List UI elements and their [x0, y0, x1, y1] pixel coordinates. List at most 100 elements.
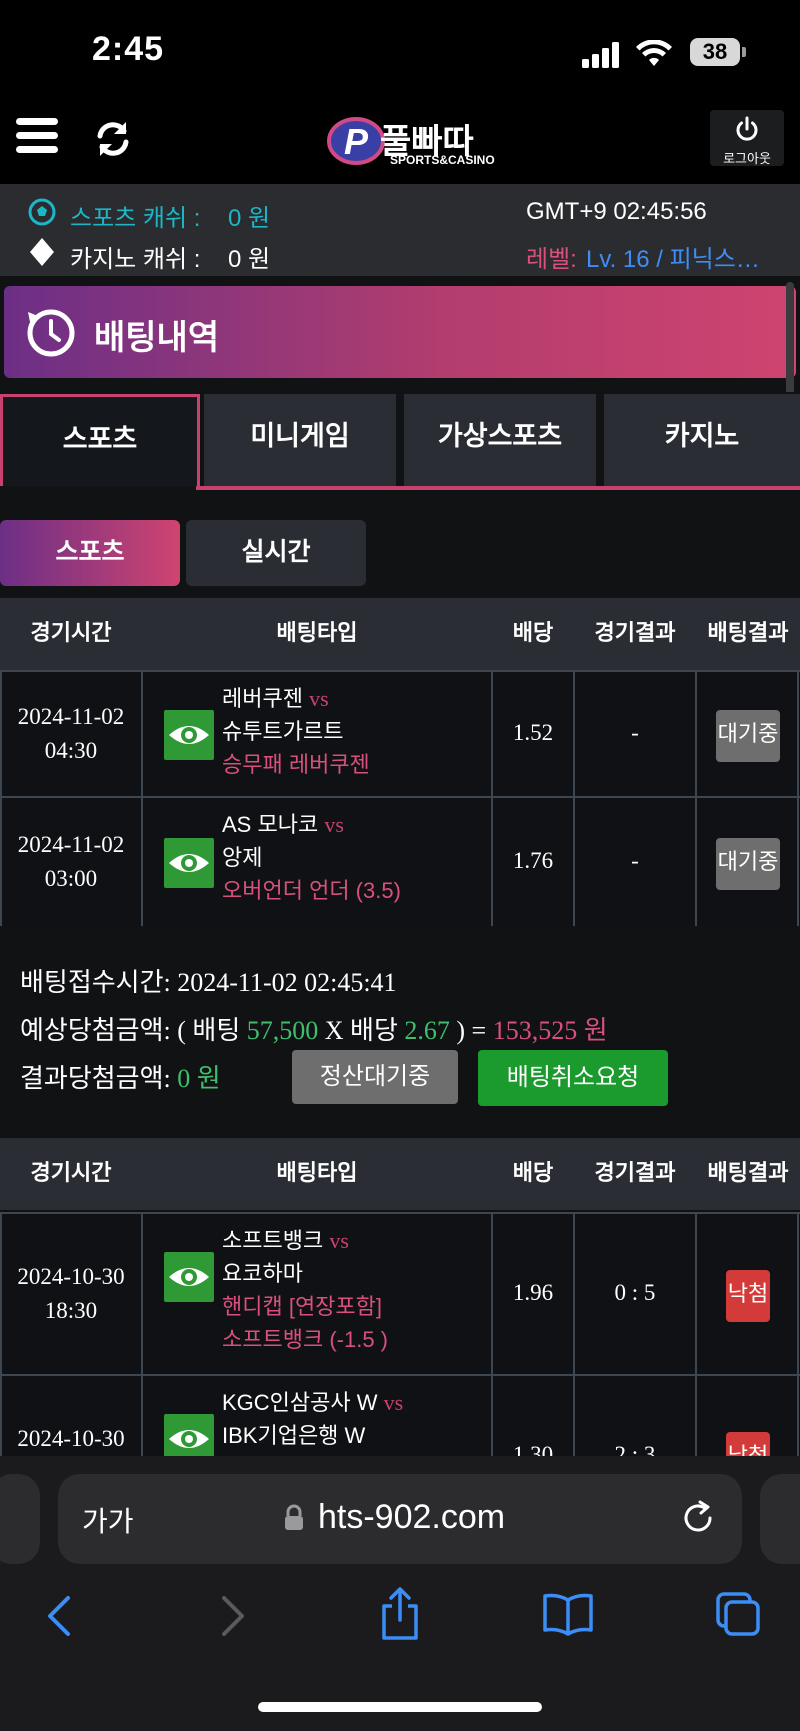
reload-icon[interactable]	[680, 1500, 716, 1536]
forward-arrow-icon[interactable]	[218, 1594, 248, 1638]
status-badge: 낙첨	[726, 1270, 770, 1322]
subtab-live[interactable]: 실시간	[186, 520, 366, 586]
match-result: -	[631, 720, 639, 745]
stake-prefix: ( 배팅	[177, 1016, 241, 1045]
tab-casino[interactable]: 카지노	[604, 394, 800, 486]
sports-cash-label: 스포츠 캐쉬 :	[70, 205, 201, 232]
status-badge: 낙첨	[726, 1432, 770, 1458]
next-tab-preview[interactable]	[760, 1474, 800, 1564]
col-bet-type: 배팅타입	[276, 1161, 358, 1186]
match-date: 2024-10-30	[17, 1264, 125, 1289]
col-odds: 배당	[512, 621, 554, 646]
subtab-sports[interactable]: 스포츠	[0, 520, 180, 586]
table-header: 경기시간 배팅타입 배당 경기결과 배팅결과	[0, 1138, 800, 1210]
match-date: 2024-11-02	[17, 704, 125, 729]
battery-tip	[742, 47, 746, 57]
odds-prefix: X 배당	[324, 1016, 398, 1045]
bet-pick-market: 핸디캡 [연장포함]	[222, 1294, 383, 1319]
casino-cash-value: 0 원	[228, 246, 271, 273]
bet-summary: 배팅접수시간: 2024-11-02 02:45:41 예상당첨금액: ( 배팅…	[0, 926, 800, 1136]
table-row: 2024-11-02 03:00 AS 모나코 vs 앙제 오버언더 언더 (3…	[0, 796, 800, 928]
accept-time-label: 배팅접수시간:	[20, 968, 171, 997]
logo-subtitle: SPORTS&CASINO	[390, 153, 495, 167]
bet-pick: 승무패 레버쿠젠	[222, 752, 370, 777]
wifi-icon	[636, 39, 672, 68]
total-odds: 2.67	[404, 1016, 450, 1045]
server-clock: GMT+9 02:45:56	[526, 198, 707, 225]
col-match-result: 경기결과	[594, 621, 676, 646]
col-bet-type: 배팅타입	[276, 621, 358, 646]
logout-label: 로그아웃	[723, 152, 771, 167]
history-icon	[24, 306, 76, 358]
power-icon	[736, 116, 758, 141]
expected-payout-value: 153,525 원	[492, 1016, 608, 1045]
vs-label: vs	[309, 686, 329, 711]
equals-sign: ) =	[456, 1016, 487, 1045]
result-payout-value: 0 원	[177, 1064, 221, 1093]
table-row: 2024-11-02 04:30 레버쿠젠 vs 슈투트가르트 승무패 레버쿠젠…	[0, 670, 800, 798]
table-header: 경기시간 배팅타입 배당 경기결과 배팅결과	[0, 598, 800, 670]
col-match-time: 경기시간	[30, 1161, 112, 1186]
tabs-icon[interactable]	[714, 1590, 762, 1638]
odds-value: 1.96	[512, 1280, 554, 1305]
match-result: 0 : 5	[614, 1280, 656, 1305]
tab-virtual-sports[interactable]: 가상스포츠	[404, 394, 596, 486]
col-match-result: 경기결과	[594, 1161, 676, 1186]
match-time: 03:00	[44, 866, 98, 891]
share-icon[interactable]	[378, 1586, 422, 1642]
odds-value: 1.52	[512, 720, 554, 745]
back-arrow-icon[interactable]	[44, 1594, 74, 1638]
refresh-icon[interactable]	[92, 118, 134, 160]
vs-label: vs	[383, 1390, 404, 1415]
sports-cash-value: 0 원	[228, 205, 271, 232]
away-team: IBK기업은행 W	[222, 1423, 366, 1448]
tab-sports[interactable]: 스포츠	[0, 394, 200, 486]
tab-minigame[interactable]: 미니게임	[204, 394, 396, 486]
status-badge: 대기중	[716, 838, 780, 890]
tab-underline	[196, 486, 800, 490]
previous-tab-preview[interactable]	[0, 1474, 40, 1564]
text-size-button[interactable]: 가가	[82, 1500, 134, 1540]
home-indicator	[258, 1702, 542, 1712]
bet-pick: 소프트뱅크 (-1.5 )	[222, 1327, 388, 1352]
soccer-ball-icon	[28, 198, 56, 226]
hamburger-menu-icon[interactable]	[16, 118, 58, 158]
stake-value: 57,500	[246, 1016, 319, 1045]
away-team: 요코하마	[222, 1261, 303, 1286]
col-bet-result: 배팅결과	[707, 621, 789, 646]
away-team: 앙제	[222, 845, 263, 870]
status-badge: 대기중	[716, 710, 780, 762]
col-odds: 배당	[512, 1161, 554, 1186]
away-team: 슈투트가르트	[222, 719, 344, 744]
home-team: KGC인삼공사 W	[222, 1390, 378, 1415]
home-team: 레버쿠젠	[222, 686, 303, 711]
match-time: 18:30	[44, 1298, 98, 1323]
diamond-icon	[30, 238, 54, 266]
odds-value: 1.76	[512, 848, 554, 873]
home-team: AS 모나코	[222, 812, 319, 837]
level-value: Lv. 16 / 피닉스…	[586, 246, 760, 273]
svg-text:P: P	[344, 121, 369, 162]
level-label: 레벨:	[526, 246, 577, 273]
page-title: 배팅내역	[94, 318, 220, 358]
eye-icon[interactable]	[164, 1252, 214, 1302]
url-text[interactable]: hts-902.com	[318, 1498, 505, 1537]
eye-icon[interactable]	[164, 710, 214, 760]
eye-icon[interactable]	[164, 1414, 214, 1458]
battery-indicator: 38	[690, 38, 740, 66]
signal-icon	[582, 42, 622, 68]
status-time: 2:45	[92, 30, 165, 68]
col-bet-result: 배팅결과	[707, 1161, 789, 1186]
settle-pending-button[interactable]: 정산대기중	[292, 1050, 458, 1104]
match-date: 2024-11-02	[17, 832, 125, 857]
cancel-bet-button[interactable]: 배팅취소요청	[478, 1050, 668, 1106]
bookmarks-icon[interactable]	[542, 1592, 594, 1636]
match-result: -	[631, 848, 639, 873]
vs-label: vs	[329, 1228, 349, 1253]
vs-label: vs	[324, 812, 344, 837]
col-match-time: 경기시간	[30, 621, 112, 646]
eye-icon[interactable]	[164, 838, 214, 888]
casino-cash-label: 카지노 캐쉬 :	[70, 246, 201, 273]
logout-button[interactable]: 로그아웃	[710, 110, 784, 167]
table-row: 2024-10-30 18:30 소프트뱅크 vs 요코하마 핸디캡 [연장포함…	[0, 1212, 800, 1376]
